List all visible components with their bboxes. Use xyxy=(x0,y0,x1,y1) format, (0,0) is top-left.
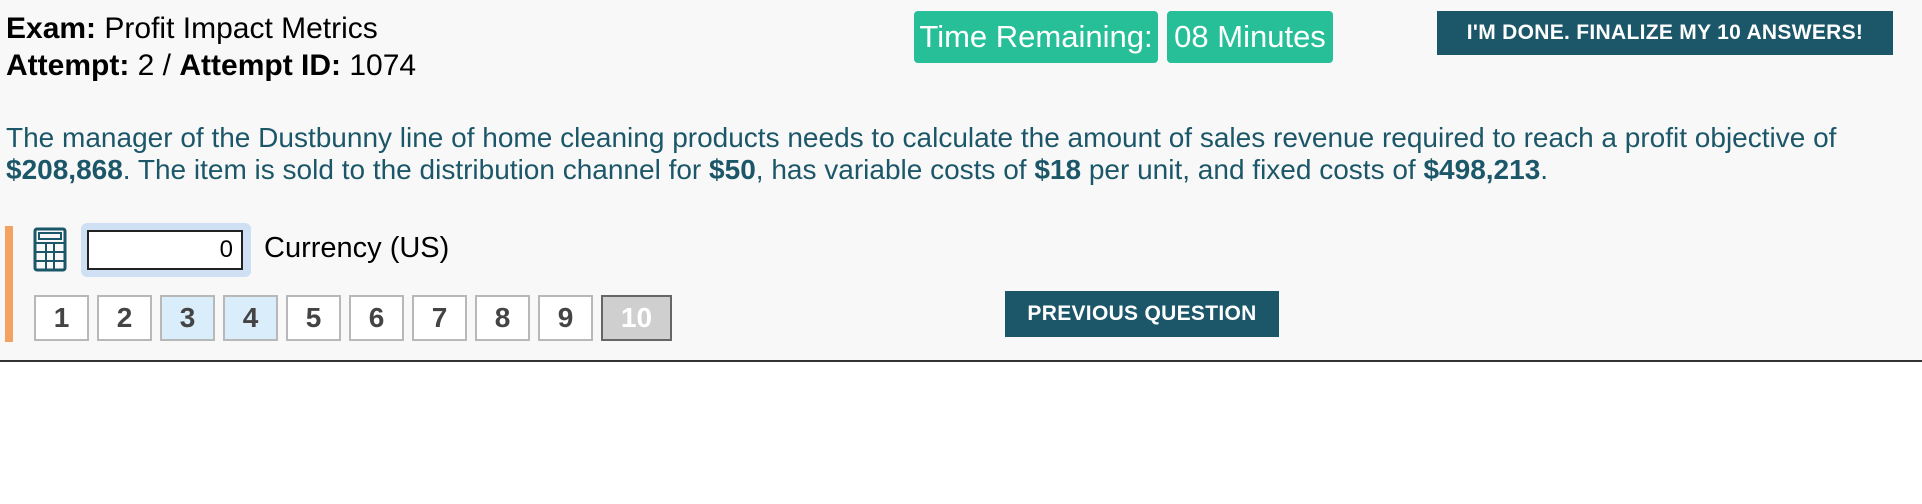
question-text-part: The manager of the Dustbunny line of hom… xyxy=(6,122,1837,153)
exam-label: Exam: xyxy=(6,12,97,45)
answer-field-focus-ring xyxy=(81,223,251,277)
previous-question-button[interactable]: PREVIOUS QUESTION xyxy=(1005,291,1279,337)
question-nav-button-2[interactable]: 2 xyxy=(97,295,152,341)
exam-info: Exam: Profit Impact Metrics Attempt: 2 /… xyxy=(6,10,416,84)
fixed-cost-value: $498,213 xyxy=(1423,154,1541,185)
time-remaining-value: 08 Minutes xyxy=(1167,11,1333,63)
attempt-id-label: Attempt ID: xyxy=(179,49,342,82)
price-value: $50 xyxy=(709,154,756,185)
question-nav-button-6[interactable]: 6 xyxy=(349,295,404,341)
exam-name: Profit Impact Metrics xyxy=(104,12,378,45)
current-question-indicator xyxy=(5,226,13,342)
question-nav-button-8[interactable]: 8 xyxy=(475,295,530,341)
question-nav-button-3[interactable]: 3 xyxy=(160,295,215,341)
question-nav-button-1[interactable]: 1 xyxy=(34,295,89,341)
question-text-part: , has variable costs of xyxy=(755,154,1035,185)
question-nav-button-10[interactable]: 10 xyxy=(601,295,672,341)
question-panel: Exam: Profit Impact Metrics Attempt: 2 /… xyxy=(0,0,1922,362)
currency-unit-label: Currency (US) xyxy=(264,232,450,264)
profit-objective-value: $208,868 xyxy=(6,154,123,185)
attempt-id-value: 1074 xyxy=(349,49,417,82)
answer-input[interactable] xyxy=(87,230,243,270)
question-text-part: . xyxy=(1540,154,1549,185)
finalize-answers-button[interactable]: I'M DONE. FINALIZE MY 10 ANSWERS! xyxy=(1437,11,1893,55)
question-text-part: per unit, and fixed costs of xyxy=(1081,154,1424,185)
question-nav-button-9[interactable]: 9 xyxy=(538,295,593,341)
attempt-label: Attempt: xyxy=(6,49,130,82)
question-nav-button-7[interactable]: 7 xyxy=(412,295,467,341)
question-nav-button-4[interactable]: 4 xyxy=(223,295,278,341)
exam-title-line: Exam: Profit Impact Metrics xyxy=(6,10,416,47)
question-nav-button-5[interactable]: 5 xyxy=(286,295,341,341)
time-remaining-label: Time Remaining: xyxy=(914,11,1158,63)
question-text-part: . The item is sold to the distribution c… xyxy=(122,154,710,185)
calculator-icon[interactable] xyxy=(33,227,67,272)
question-text: The manager of the Dustbunny line of hom… xyxy=(6,122,1906,186)
attempt-line: Attempt: 2 / Attempt ID: 1074 xyxy=(6,47,416,84)
attempt-value: 2 xyxy=(137,49,155,82)
attempt-separator: / xyxy=(154,49,180,82)
variable-cost-value: $18 xyxy=(1034,154,1082,185)
